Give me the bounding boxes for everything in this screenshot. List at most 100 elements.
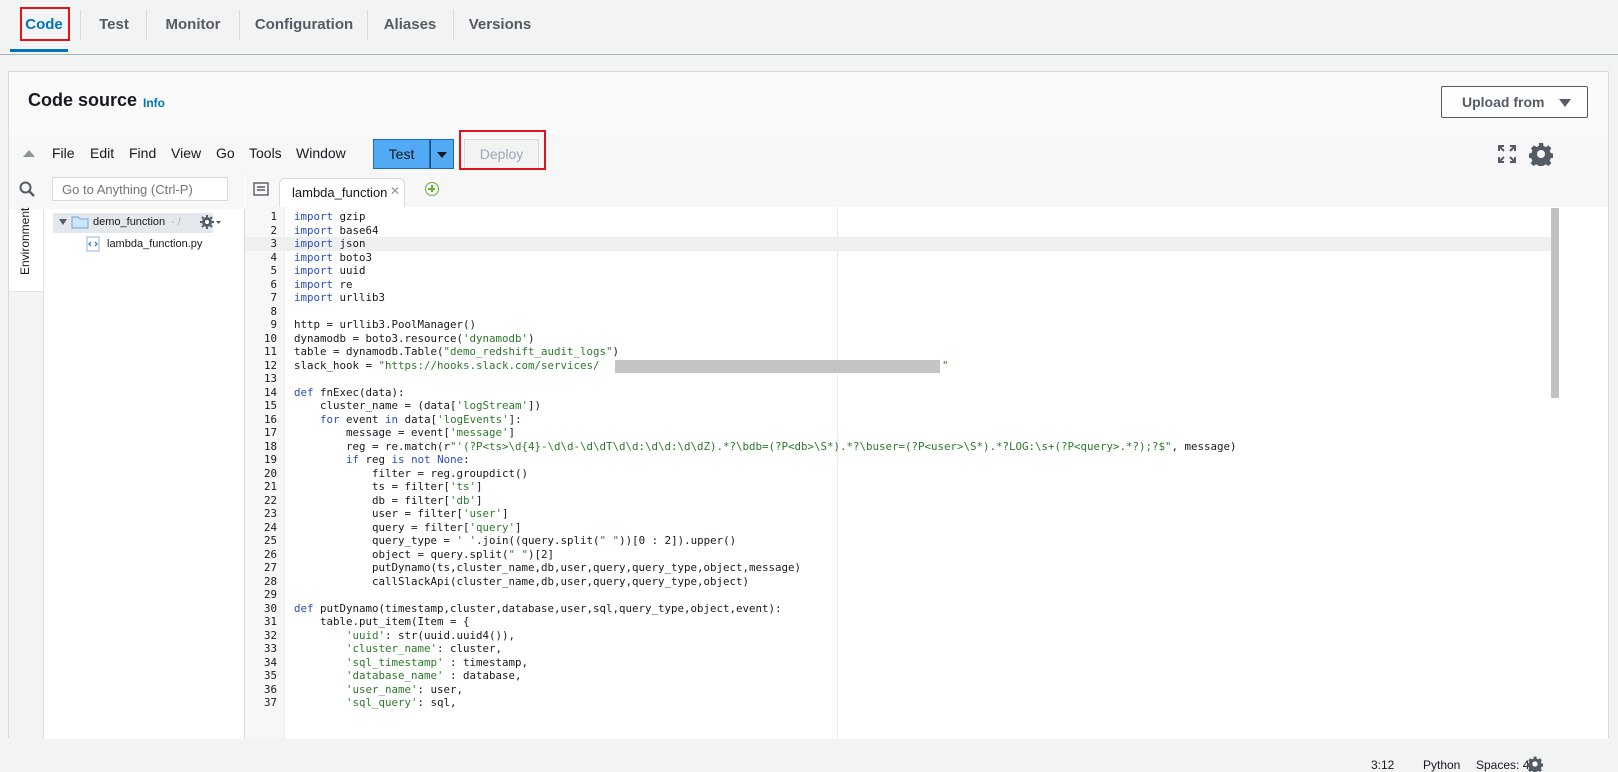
line-number: 10 <box>263 331 277 345</box>
add-tab-icon[interactable] <box>425 182 439 196</box>
collapse-menu-icon[interactable] <box>23 150 35 157</box>
go-to-anything-input[interactable] <box>52 177 228 201</box>
environment-tab[interactable]: Environment <box>9 208 43 292</box>
fullscreen-icon[interactable] <box>1498 145 1516 163</box>
line-number: 17 <box>263 426 277 439</box>
menu-file[interactable]: File <box>52 145 75 161</box>
folder-icon <box>71 216 89 229</box>
tab-aliases[interactable]: Aliases <box>381 0 439 50</box>
code-line[interactable]: 34 'sql_timestamp' : timestamp, <box>245 656 1555 670</box>
code-line[interactable]: 26 object = query.split(" ")[2] <box>245 548 1555 562</box>
code-line[interactable]: 17 message = event['message'] <box>245 426 1555 440</box>
code-line[interactable]: 4 import boto3 <box>245 251 1555 265</box>
editor-scrollbar[interactable] <box>1551 208 1559 398</box>
menu-go[interactable]: Go <box>216 145 235 161</box>
line-number: 29 <box>263 588 277 601</box>
folder-name: demo_function <box>93 216 166 228</box>
code-line[interactable]: 28 callSlackApi(cluster_name,db,user,que… <box>245 575 1555 589</box>
line-number: 24 <box>263 520 277 534</box>
tab-configuration[interactable]: Configuration <box>252 0 356 50</box>
line-number: 3 <box>270 237 277 250</box>
search-icon <box>19 181 35 197</box>
code-lines[interactable]: 1 import gzip 2 import base64 3 import json 4 i… <box>245 210 1555 710</box>
code-line[interactable]: 12 slack_hook = "https://hooks.slack.com/… <box>245 359 1555 373</box>
line-number: 33 <box>263 642 277 655</box>
caret-down-icon <box>1559 99 1571 107</box>
test-button[interactable]: Test <box>373 139 430 169</box>
code-line[interactable]: 16 for event in data['logEvents']: <box>245 413 1555 427</box>
code-line[interactable]: 2 import base64 <box>245 224 1555 238</box>
line-number: 8 <box>270 304 277 318</box>
code-line[interactable]: 13 <box>245 372 1555 386</box>
code-line[interactable]: 3 import json <box>245 237 1555 251</box>
folder-row[interactable]: demo_function - / <box>53 213 213 233</box>
indent-setting[interactable]: Spaces: 4 <box>1476 758 1529 772</box>
code-line[interactable]: 6 import re <box>245 278 1555 292</box>
code-line[interactable]: 9 http = urllib3.PoolManager() <box>245 318 1555 332</box>
code-text: 'sql_query': sql, <box>346 696 457 709</box>
tab-monitor[interactable]: Monitor <box>160 0 226 50</box>
code-line[interactable]: 36 'user_name': user, <box>245 683 1555 697</box>
code-line[interactable]: 8 <box>245 305 1555 319</box>
code-line[interactable]: 15 cluster_name = (data['logStream']) <box>245 399 1555 413</box>
code-line[interactable]: 29 <box>245 588 1555 602</box>
code-line[interactable]: 32 'uuid': str(uuid.uuid4()), <box>245 629 1555 643</box>
upload-from-button[interactable]: Upload from <box>1441 86 1588 118</box>
code-text: def putDynamo(timestamp,cluster,database… <box>294 601 782 615</box>
editor-settings-gear-icon[interactable] <box>1527 756 1543 772</box>
code-line[interactable]: 22 db = filter['db'] <box>245 494 1555 508</box>
line-number: 36 <box>263 682 277 696</box>
language-mode[interactable]: Python <box>1423 758 1460 772</box>
code-line[interactable]: 33 'cluster_name': cluster, <box>245 642 1555 656</box>
line-number: 14 <box>263 385 277 399</box>
code-line[interactable]: 1 import gzip <box>245 210 1555 224</box>
menu-edit[interactable]: Edit <box>90 145 114 161</box>
code-line[interactable]: 10 dynamodb = boto3.resource('dynamodb') <box>245 332 1555 346</box>
menu-find[interactable]: Find <box>129 145 156 161</box>
python-file-icon <box>86 236 100 252</box>
tab-divider <box>80 10 81 40</box>
code-line[interactable]: 25 query_type = ' '.join((query.split(" … <box>245 534 1555 548</box>
line-number: 15 <box>263 399 277 412</box>
code-line[interactable]: 27 putDynamo(ts,cluster_name,db,user,que… <box>245 561 1555 575</box>
code-line[interactable]: 23 user = filter['user'] <box>245 507 1555 521</box>
line-number: 35 <box>263 669 277 682</box>
settings-gear-icon[interactable] <box>1529 142 1553 166</box>
cursor-position[interactable]: 3:12 <box>1371 758 1394 772</box>
menu-view[interactable]: View <box>171 145 201 161</box>
menu-tools[interactable]: Tools <box>249 145 282 161</box>
code-line[interactable]: 30 def putDynamo(timestamp,cluster,databa… <box>245 602 1555 616</box>
test-dropdown-button[interactable] <box>430 139 454 169</box>
line-number: 19 <box>263 453 277 466</box>
code-line[interactable]: 11 table = dynamodb.Table("demo_redshift_… <box>245 345 1555 359</box>
line-number: 34 <box>263 655 277 669</box>
editor-file-tab[interactable]: lambda_function ✕ <box>279 178 405 208</box>
code-line[interactable]: 5 import uuid <box>245 264 1555 278</box>
code-editor[interactable]: 1 import gzip 2 import base64 3 import json 4 i… <box>245 207 1608 739</box>
code-line[interactable]: 19 if reg is not None: <box>245 453 1555 467</box>
code-line[interactable]: 37 'sql_query': sql, <box>245 696 1555 710</box>
code-line[interactable]: 20 filter = reg.groupdict() <box>245 467 1555 481</box>
code-line[interactable]: 24 query = filter['query'] <box>245 521 1555 535</box>
tab-test[interactable]: Test <box>92 0 136 50</box>
code-line[interactable]: 14 def fnExec(data): <box>245 386 1555 400</box>
code-line[interactable]: 18 reg = re.match(r"'(?P<ts>\d{4}-\d\d-\… <box>245 440 1555 454</box>
info-link[interactable]: Info <box>143 96 165 110</box>
code-line[interactable]: 35 'database_name' : database, <box>245 669 1555 683</box>
tab-versions[interactable]: Versions <box>466 0 534 50</box>
menu-window[interactable]: Window <box>296 145 346 161</box>
file-tree: demo_function - / lambda_function.py <box>44 209 245 739</box>
line-number: 11 <box>263 345 277 358</box>
expand-triangle-icon[interactable] <box>59 219 67 225</box>
code-line[interactable]: 21 ts = filter['ts'] <box>245 480 1555 494</box>
tab-list-icon[interactable] <box>253 182 269 196</box>
line-number: 30 <box>263 601 277 615</box>
close-tab-icon[interactable]: ✕ <box>390 184 400 198</box>
code-line[interactable]: 31 table.put_item(Item = { <box>245 615 1555 629</box>
environment-rail: Environment <box>9 208 44 739</box>
code-text: import gzip <box>294 210 366 223</box>
line-number: 5 <box>270 264 277 277</box>
folder-settings-gear-icon[interactable] <box>199 213 221 231</box>
code-line[interactable]: 7 import urllib3 <box>245 291 1555 305</box>
code-text: " <box>942 358 949 372</box>
